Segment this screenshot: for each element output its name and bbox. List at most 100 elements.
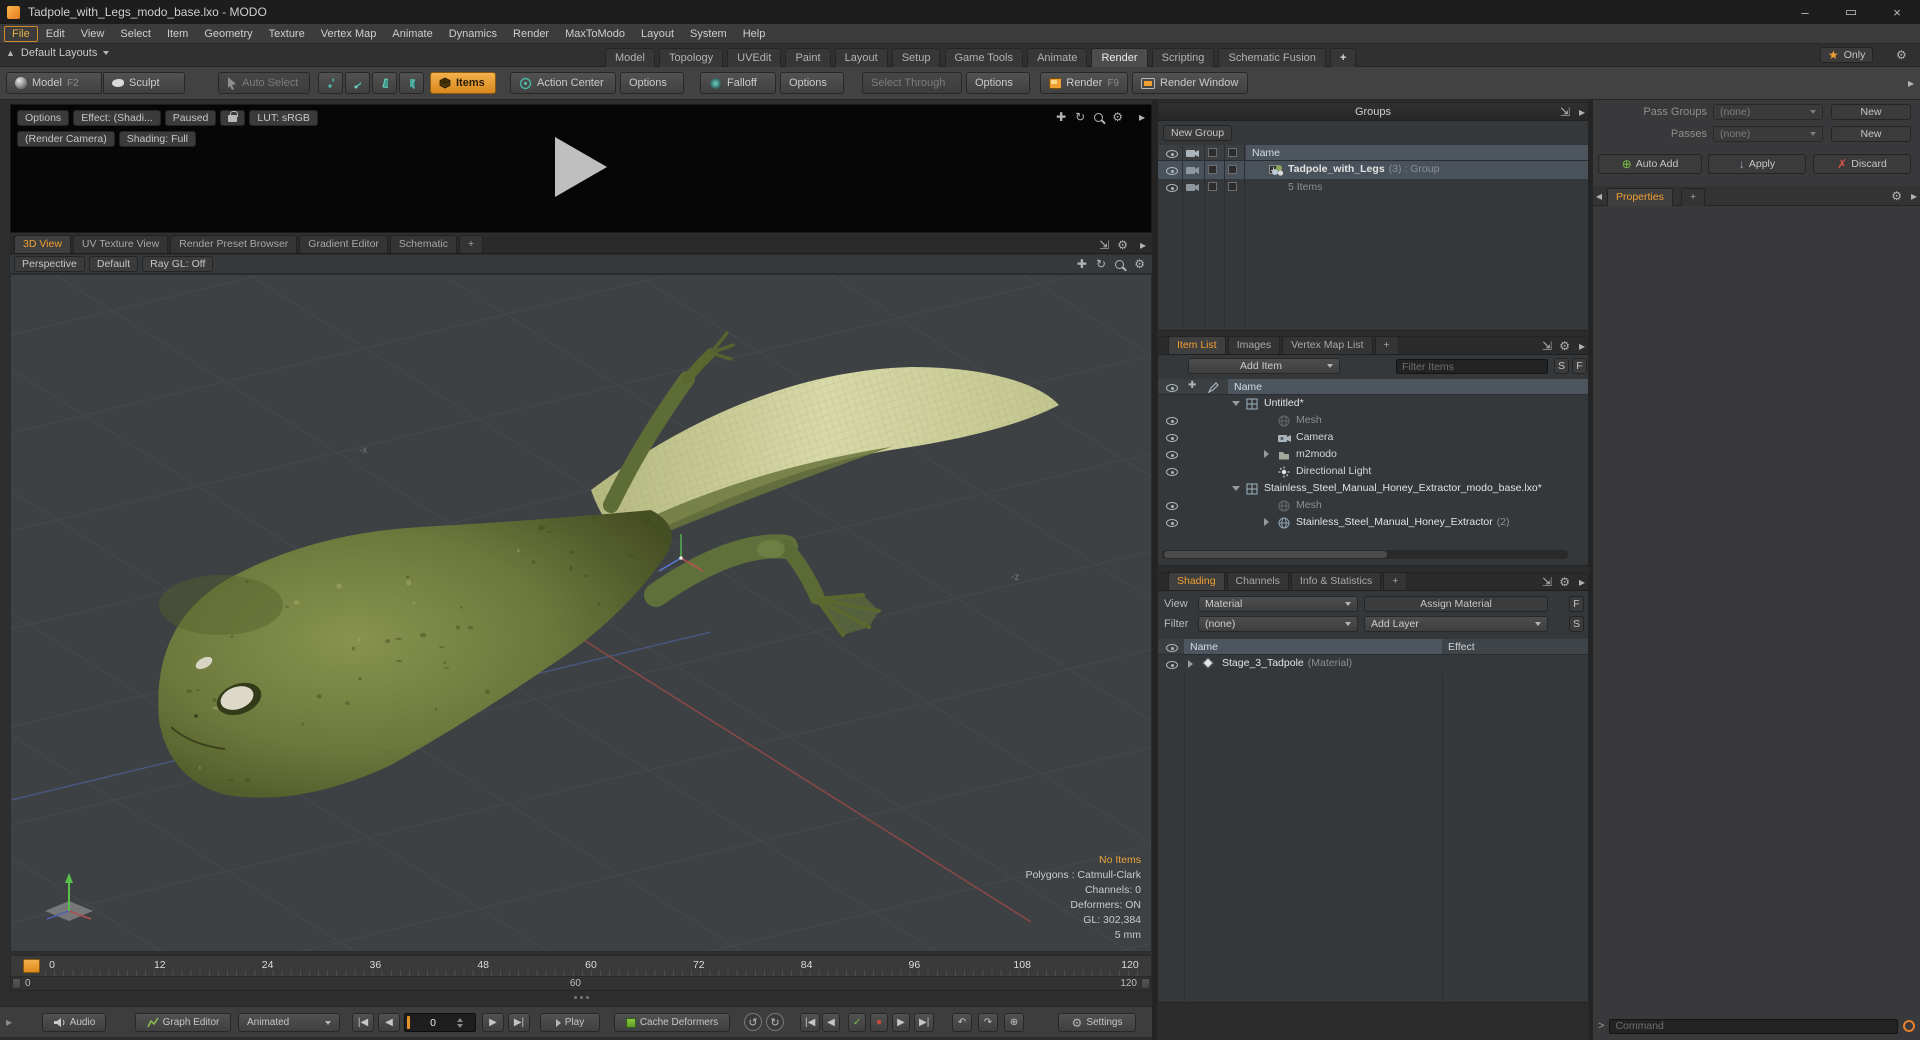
menu-layout[interactable]: Layout (633, 26, 682, 42)
tab-3d-view[interactable]: 3D View (14, 235, 71, 253)
menu-item[interactable]: Item (159, 26, 196, 42)
visibility-column-icon[interactable] (1166, 150, 1178, 158)
pan-icon[interactable]: ✚ (1056, 111, 1066, 123)
gear-icon[interactable]: ⚙ (1112, 111, 1123, 123)
expand-panel-icon[interactable]: ⇲ (1542, 340, 1552, 352)
view-dropdown[interactable]: Material (1198, 596, 1358, 612)
chevron-right-icon[interactable]: ▸ (1139, 111, 1145, 123)
add-key-button[interactable]: ⊕ (1004, 1013, 1024, 1032)
render-toggle-icon[interactable] (1186, 165, 1200, 175)
timeline-grip[interactable] (570, 996, 592, 1000)
anim-mode-dropdown[interactable]: Animated (238, 1013, 340, 1032)
add-layer-dropdown[interactable]: Add Layer (1364, 616, 1548, 632)
expand-panel-icon[interactable]: ⇲ (1099, 239, 1109, 251)
timeline-ruler[interactable]: 0 12 24 36 48 60 72 84 96 108 120 (10, 955, 1152, 977)
step-forward-key-button[interactable]: ▶ (892, 1013, 910, 1032)
list-item-scene[interactable]: Untitled* (1158, 395, 1588, 412)
visibility-eye-icon[interactable] (1166, 417, 1178, 425)
preview-paused-button[interactable]: Paused (165, 110, 217, 126)
preview-effect-button[interactable]: Effect: (Shadi... (73, 110, 161, 126)
menu-geometry[interactable]: Geometry (196, 26, 260, 42)
expander-icon[interactable] (1188, 660, 1193, 668)
auto-select-button[interactable]: Auto Select (218, 72, 310, 94)
layout-tab-schematic-fusion[interactable]: Schematic Fusion (1218, 48, 1325, 68)
minimize-icon[interactable]: – (1782, 0, 1828, 24)
edges-mode-button[interactable] (345, 72, 370, 94)
go-to-start-button[interactable]: |◀ (352, 1013, 374, 1032)
layout-tab-render[interactable]: Render (1091, 48, 1147, 68)
select-through-options-button[interactable]: Options (966, 72, 1030, 94)
undo-key-button[interactable]: ↶ (952, 1013, 972, 1032)
tab-item-list[interactable]: Item List (1168, 336, 1226, 354)
menu-maxtomodo[interactable]: MaxToModo (557, 26, 633, 42)
tab-info-statistics[interactable]: Info & Statistics (1291, 572, 1381, 590)
item-label[interactable]: m2modo (1296, 448, 1337, 460)
close-icon[interactable]: × (1874, 0, 1920, 24)
3d-viewport[interactable]: -x -z No Items Polygons : Catmull-Clark … (10, 274, 1152, 952)
go-to-end-button[interactable]: ▶| (508, 1013, 530, 1032)
current-frame-field[interactable] (410, 1015, 456, 1030)
frame-step-up-icon[interactable] (457, 1018, 463, 1022)
record-key-button[interactable]: ● (870, 1013, 888, 1032)
play-button[interactable]: Play (540, 1013, 600, 1032)
layout-tab-paint[interactable]: Paint (785, 48, 830, 68)
next-key-button[interactable]: ▶ (482, 1013, 504, 1032)
visibility-eye-icon[interactable] (1166, 519, 1178, 527)
chevron-right-icon[interactable]: ▸ (6, 1016, 12, 1028)
current-frame-marker[interactable] (23, 959, 40, 973)
render-button[interactable]: Render F9 (1040, 72, 1128, 94)
add-tab-button[interactable]: + (1383, 572, 1407, 590)
layout-tab-scripting[interactable]: Scripting (1152, 48, 1215, 68)
tab-vertex-map-list[interactable]: Vertex Map List (1282, 336, 1372, 354)
add-item-dropdown[interactable]: Add Item (1188, 358, 1340, 374)
gear-icon[interactable]: ⚙ (1117, 239, 1128, 251)
menu-file[interactable]: File (4, 26, 38, 42)
vertices-mode-button[interactable] (318, 72, 343, 94)
range-start-handle[interactable] (12, 978, 21, 989)
expand-panel-icon[interactable]: ⇲ (1560, 106, 1570, 118)
preview-camera-button[interactable]: (Render Camera) (17, 131, 115, 147)
chevron-right-icon[interactable]: ▸ (1911, 190, 1917, 202)
expander-icon[interactable] (1264, 518, 1269, 526)
auto-add-button[interactable]: ⊕ Auto Add (1598, 154, 1702, 174)
render-window-button[interactable]: Render Window (1132, 72, 1248, 94)
layout-tab-model[interactable]: Model (605, 48, 655, 68)
expander-icon[interactable] (1264, 450, 1269, 458)
action-center-button[interactable]: Action Center (510, 72, 616, 94)
redo-key-button[interactable]: ↷ (978, 1013, 998, 1032)
maximize-icon[interactable]: ▭ (1828, 0, 1874, 24)
assign-material-button[interactable]: Assign Material (1364, 596, 1548, 612)
zoom-icon[interactable] (1115, 260, 1124, 269)
chevron-right-icon[interactable]: ▸ (1140, 239, 1146, 251)
visibility-eye-icon[interactable] (1166, 167, 1178, 175)
menu-animate[interactable]: Animate (384, 26, 440, 42)
group-name[interactable]: Tadpole_with_Legs (1288, 163, 1385, 175)
chevron-left-icon[interactable]: ◂ (1596, 190, 1602, 202)
item-label[interactable]: Mesh (1296, 414, 1322, 426)
timeline-range-slider[interactable]: 0 60 120 (10, 977, 1152, 991)
command-input[interactable] (1609, 1019, 1898, 1034)
tab-gradient-editor[interactable]: Gradient Editor (299, 235, 388, 253)
filter-button[interactable]: F (1572, 358, 1587, 374)
list-item-camera[interactable]: Camera (1158, 429, 1588, 446)
frame-step-down-icon[interactable] (457, 1024, 463, 1028)
new-group-button[interactable]: New Group (1163, 125, 1232, 141)
preview-lock-button[interactable] (220, 110, 245, 126)
discard-button[interactable]: ✗ Discard (1813, 154, 1911, 174)
orbit-icon[interactable]: ↻ (1075, 111, 1085, 123)
step-back-key-button[interactable]: ◀ (822, 1013, 840, 1032)
new-pass-group-button[interactable]: New (1831, 104, 1911, 120)
range-end-handle[interactable] (1141, 978, 1150, 989)
gear-icon[interactable]: ⚙ (1891, 190, 1902, 202)
zoom-icon[interactable] (1094, 113, 1103, 122)
confirm-key-button[interactable]: ✓ (848, 1013, 866, 1032)
menu-vertex-map[interactable]: Vertex Map (313, 26, 385, 42)
menu-view[interactable]: View (73, 26, 113, 42)
menu-select[interactable]: Select (112, 26, 159, 42)
new-pass-button[interactable]: New (1831, 126, 1911, 142)
layout-tab-uvedit[interactable]: UVEdit (727, 48, 781, 68)
tab-shading[interactable]: Shading (1168, 572, 1225, 590)
gear-icon[interactable]: ⚙ (1896, 49, 1907, 61)
tab-images[interactable]: Images (1228, 336, 1280, 354)
apply-button[interactable]: ↓ Apply (1708, 154, 1806, 174)
